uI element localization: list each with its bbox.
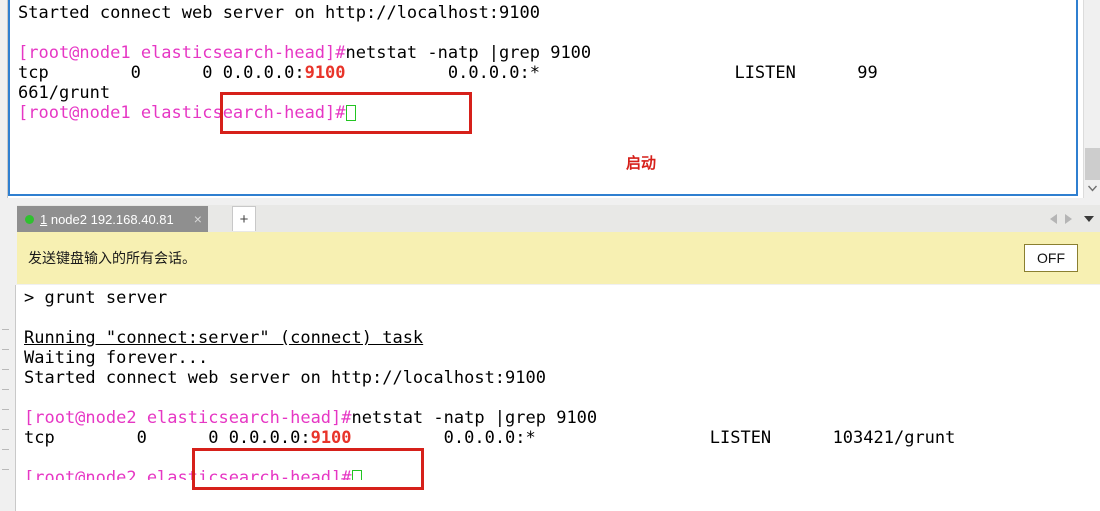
terminal-line-netstat: tcp 0 0 0.0.0.0:9100 0.0.0.0:* LISTEN 99 <box>18 63 1074 83</box>
shell-command: netstat -natp |grep 9100 <box>351 408 598 428</box>
notice-left-gap <box>0 232 17 284</box>
tabbar-navigation[interactable] <box>1050 205 1096 232</box>
tab-title: node2 192.168.40.81 <box>47 211 174 227</box>
netstat-suffix: 0.0.0.0:* LISTEN 103421/grunt <box>351 428 956 448</box>
terminal-output-node2[interactable]: > grunt server Running "connect:server" … <box>24 288 1082 511</box>
terminal-line: Started connect web server on http://loc… <box>24 368 546 388</box>
netstat-prefix: tcp 0 0 0.0.0.0: <box>18 63 305 83</box>
top-panel-active-frame: Waiting forever... Started connect web s… <box>8 0 1078 196</box>
netstat-prefix: tcp 0 0 0.0.0.0: <box>24 428 311 448</box>
session-tab-label: 1 node2 192.168.40.81 <box>40 212 174 227</box>
connection-status-dot-icon <box>25 214 34 224</box>
terminal-panel-node1[interactable]: Waiting forever... Started connect web s… <box>0 0 1100 198</box>
session-tab-bar[interactable]: 1 node2 192.168.40.81 × + <box>0 205 1100 232</box>
shell-prompt-node1: [root@node1 elasticsearch-head]# <box>18 43 346 63</box>
tabbar-left-gap <box>0 205 17 232</box>
new-tab-button[interactable]: + <box>232 206 256 231</box>
top-panel-gutter <box>0 0 8 198</box>
terminal-line: Started connect web server on http://loc… <box>18 3 540 23</box>
close-icon[interactable]: × <box>194 212 202 226</box>
gutter-tick-marks <box>2 329 12 489</box>
terminal-line: > grunt server <box>24 288 168 308</box>
send-keystrokes-toggle-button[interactable]: OFF <box>1024 244 1078 272</box>
terminal-line-command: [root@node1 elasticsearch-head]#netstat … <box>18 43 1074 63</box>
scrollbar-vertical-top[interactable] <box>1083 0 1100 198</box>
terminal-line-prompt: [root@node1 elasticsearch-head]# <box>18 103 1074 123</box>
bottom-panel-gutter <box>0 285 16 511</box>
session-tab-node2[interactable]: 1 node2 192.168.40.81 × <box>17 206 208 232</box>
terminal-line-netstat: tcp 0 0 0.0.0.0:9100 0.0.0.0:* LISTEN 10… <box>24 428 1082 448</box>
chevron-left-icon[interactable] <box>1050 213 1057 224</box>
shell-prompt-node2: [root@node2 elasticsearch-head]# <box>24 408 352 428</box>
send-keystrokes-notice-bar: 发送键盘输入的所有会话。 OFF <box>17 232 1100 284</box>
terminal-line-prompt: [root@node2 elasticsearch-head]# <box>24 468 1082 480</box>
terminal-app-window: Waiting forever... Started connect web s… <box>0 0 1100 511</box>
netstat-port: 9100 <box>304 63 346 83</box>
terminal-line: Waiting forever... <box>24 348 209 368</box>
chevron-right-icon[interactable] <box>1065 213 1072 224</box>
scrollbar-thumb[interactable] <box>1085 148 1100 180</box>
terminal-line-task: Running "connect:server" (connect) task <box>24 328 424 348</box>
shell-prompt-node1: [root@node1 elasticsearch-head]# <box>18 103 346 123</box>
terminal-panel-node2[interactable]: > grunt server Running "connect:server" … <box>0 285 1100 511</box>
chevron-down-icon[interactable] <box>1084 215 1094 222</box>
netstat-port: 9100 <box>310 428 352 448</box>
terminal-output-node1[interactable]: Waiting forever... Started connect web s… <box>18 0 1074 194</box>
terminal-cursor <box>351 470 362 480</box>
annotation-label-qidong: 启动 <box>626 154 657 172</box>
shell-prompt-node2: [root@node2 elasticsearch-head]# <box>24 468 352 480</box>
terminal-line-command: [root@node2 elasticsearch-head]#netstat … <box>24 408 1082 428</box>
terminal-cursor <box>345 105 356 121</box>
terminal-line: 661/grunt <box>18 83 111 103</box>
netstat-suffix: 0.0.0.0:* LISTEN 99 <box>345 63 878 83</box>
shell-command: netstat -natp |grep 9100 <box>345 43 592 63</box>
scroll-down-arrow-icon[interactable] <box>1084 180 1100 197</box>
notice-text: 发送键盘输入的所有会话。 <box>28 251 196 267</box>
